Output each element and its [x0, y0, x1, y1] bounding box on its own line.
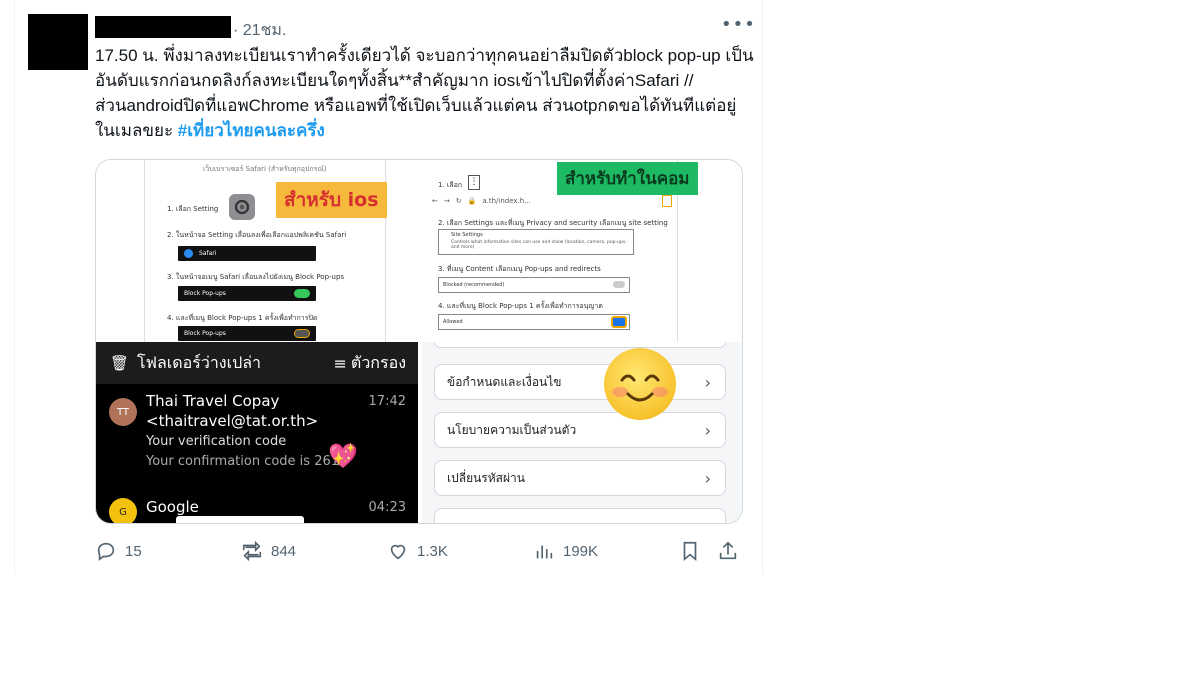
ios-step-2: 2. ในหน้าจอ Setting เลื่อนลงเพื่อเลือกแอ…	[167, 231, 347, 239]
tweet-time[interactable]: · 21ชม.	[233, 18, 286, 43]
pc-step-4: 4. และที่เมนู Block Pop-ups 1 ครั้งเพื่อ…	[438, 302, 603, 310]
bookmark-button[interactable]	[679, 540, 701, 562]
site-settings-desc: Controls what information sites can use …	[451, 240, 627, 250]
blocked-row: Blocked (recommended)	[438, 277, 630, 293]
toggle-off-icon	[294, 329, 310, 338]
google-avatar: G	[109, 498, 137, 523]
url-text: a.th/index.h...	[482, 197, 531, 205]
share-button[interactable]	[717, 540, 739, 562]
like-count: 1.3K	[417, 542, 448, 560]
avatar-redacted	[28, 14, 88, 70]
mail-time-google: 04:23	[368, 500, 406, 515]
reload-icon: ↻	[455, 197, 462, 205]
block-popups-row: Block Pop-ups	[178, 286, 316, 301]
mail-time: 17:42	[368, 394, 406, 409]
toggle-on-icon	[611, 316, 627, 328]
pc-step-1: 1. เลือก	[438, 181, 463, 189]
site-settings-box: Site Settings Controls what information …	[438, 229, 634, 255]
mail-folder-bar: 🗑 โฟลเดอร์ว่างเปล่า ≡ ตัวกรอง	[96, 342, 418, 384]
media-grid: เว็บเบราเซอร์ Safari (สำหรับทุกอุปกรณ์) …	[95, 159, 743, 524]
view-count: 199K	[563, 542, 599, 560]
chevron-right-icon: ›	[704, 421, 711, 440]
block-popups-label-2: Block Pop-ups	[184, 330, 226, 337]
mail-preview: Your confirmation code is 261	[146, 454, 340, 469]
safari-compass-icon	[184, 249, 193, 258]
ios-step-4: 4. และที่เมนู Block Pop-ups 1 ครั้งเพื่อ…	[167, 314, 318, 322]
media-image-settings[interactable]: ข้อกำหนดและเงื่อนไข › นโยบายความเป็นส่วน…	[422, 342, 742, 523]
hashtag-link[interactable]: #เที่ยวไทยคนละครึ่ง	[178, 121, 325, 140]
safari-row-label: Safari	[199, 250, 217, 257]
sparkle-heart-icon: 💖	[328, 442, 358, 470]
mail-item-google[interactable]: G Google 04:23	[96, 490, 418, 523]
block-popups-label: Block Pop-ups	[184, 290, 226, 297]
retweet-icon	[242, 540, 262, 562]
allowed-label: Allowed	[443, 319, 463, 325]
change-password-label: เปลี่ยนรหัสผ่าน	[447, 470, 525, 485]
blocked-label: Blocked (recommended)	[443, 282, 505, 288]
views-button[interactable]: 199K	[533, 540, 598, 562]
reply-button[interactable]: 15	[95, 540, 142, 562]
ios-step-1: 1. เลือก Setting	[167, 205, 219, 213]
mail-address: <thaitravel@tat.or.th>	[146, 412, 319, 430]
privacy-option[interactable]: นโยบายความเป็นส่วนตัว ›	[434, 412, 726, 448]
mail-subject: Your verification code	[146, 434, 287, 449]
terms-label: ข้อกำหนดและเงื่อนไข	[447, 374, 562, 389]
toggle-off-icon	[613, 281, 625, 288]
more-options-icon[interactable]: •••	[721, 14, 756, 35]
media-image-pc-guide[interactable]: 1. เลือก ⋮ ← → ↻ 🔒 a.th/index.h... 2. เล…	[422, 160, 742, 342]
change-password-option[interactable]: เปลี่ยนรหัสผ่าน ›	[434, 460, 726, 496]
filter-icon[interactable]: ≡	[334, 354, 347, 373]
media-image-ios-guide[interactable]: เว็บเบราเซอร์ Safari (สำหรับทุกอุปกรณ์) …	[96, 160, 418, 342]
retweet-count: 844	[271, 542, 297, 560]
chevron-right-icon: ›	[704, 469, 711, 488]
chevron-right-icon: ›	[704, 373, 711, 392]
toggle-on-icon	[294, 289, 310, 298]
author-name-redacted	[95, 16, 231, 38]
allowed-row: Allowed	[438, 314, 630, 330]
heart-icon	[390, 544, 406, 560]
site-settings-title: Site Settings	[451, 232, 483, 238]
media-image-email[interactable]: 🗑 โฟลเดอร์ว่างเปล่า ≡ ตัวกรอง TT Thai Tr…	[96, 342, 418, 523]
share-icon	[719, 541, 737, 560]
lock-icon: 🔒	[467, 197, 477, 205]
tweet[interactable]: · 21ชม. ••• 17.50 น. พึ่งมาลงทะเบียนเราท…	[14, 0, 763, 575]
trash-icon[interactable]: 🗑	[110, 354, 129, 372]
settings-gear-icon	[229, 194, 255, 220]
forward-arrow-icon: →	[443, 197, 450, 205]
reply-count: 15	[125, 542, 142, 560]
settings-option-partial-top	[434, 342, 726, 348]
browser-toolbar: ← → ↻ 🔒 a.th/index.h...	[432, 194, 672, 208]
pc-label: สำหรับทำในคอม	[557, 162, 698, 195]
sender-avatar: TT	[109, 398, 137, 426]
like-button[interactable]: 1.3K	[387, 540, 448, 562]
kebab-menu-icon: ⋮	[468, 175, 480, 190]
terms-option[interactable]: ข้อกำหนดและเงื่อนไข ›	[434, 364, 726, 400]
views-chart-icon	[536, 545, 553, 559]
tweet-text: 17.50 น. พึ่งมาลงทะเบียนเราทำครั้งเดียวไ…	[95, 43, 755, 143]
ios-guide-header: เว็บเบราเซอร์ Safari (สำหรับทุกอุปกรณ์)	[203, 165, 327, 173]
settings-option-partial-bottom	[434, 508, 726, 523]
bookmark-icon	[683, 541, 697, 562]
ios-label: สำหรับ ios	[276, 182, 387, 218]
filter-label[interactable]: ตัวกรอง	[351, 351, 406, 376]
reply-icon	[97, 542, 115, 561]
tweet-actions: 15 844 1.3K 199K	[95, 540, 745, 564]
redaction-bar	[176, 516, 304, 523]
pc-step-2: 2. เลือก Settings และที่เมนู Privacy and…	[438, 219, 668, 227]
smiling-face-icon	[604, 348, 676, 420]
folder-title: โฟลเดอร์ว่างเปล่า	[137, 352, 262, 372]
block-popups-row-2: Block Pop-ups	[178, 326, 316, 341]
retweet-button[interactable]: 844	[241, 540, 296, 562]
pc-step-3: 3. ที่เมนู Content เลือกเมนู Pop-ups and…	[438, 265, 601, 273]
ios-step-3: 3. ในหน้าจอเมนู Safari เลื่อนลงไปยังเมนู…	[167, 273, 345, 281]
menu-highlight-icon	[662, 195, 672, 207]
back-arrow-icon: ←	[432, 197, 438, 205]
mail-sender: Thai Travel Copay	[146, 392, 280, 410]
mail-sender-google: Google	[146, 498, 199, 516]
safari-row: Safari	[178, 246, 316, 261]
privacy-label: นโยบายความเป็นส่วนตัว	[447, 422, 577, 437]
mail-item-thai-travel[interactable]: TT Thai Travel Copay <thaitravel@tat.or.…	[96, 390, 418, 480]
